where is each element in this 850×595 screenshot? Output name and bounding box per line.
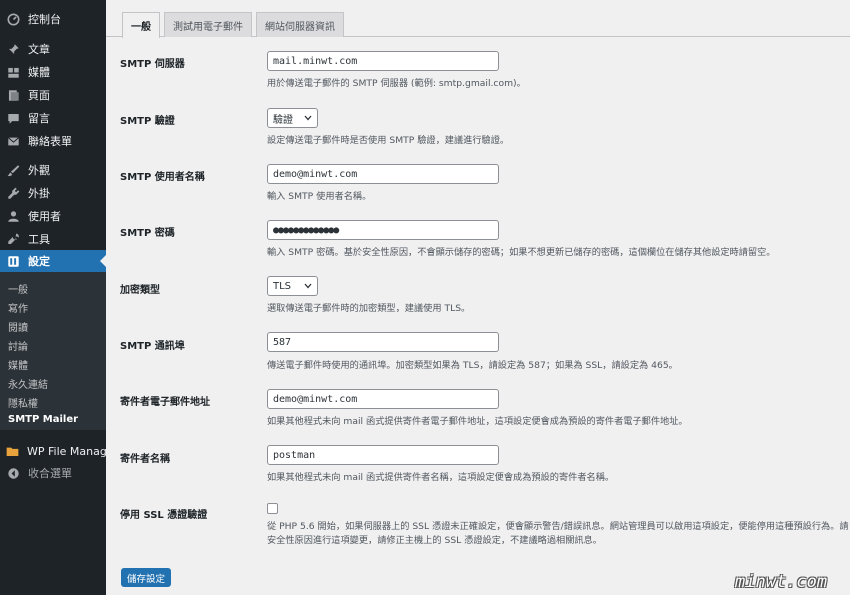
sidebar-item-label: WP File Manager [27,444,119,458]
wrench-icon [6,232,20,246]
sidebar-item-label: 收合選單 [28,467,72,480]
from-email-description: 如果其他程式未向 mail 函式提供寄件者電子郵件地址，這項設定便會成為預設的寄… [267,416,688,427]
encryption-type-label: 加密類型 [120,285,160,296]
tab-bar: 一般 測試用電子郵件 網站伺服器資訊 [122,12,348,38]
sidebar-item-dashboard[interactable]: 控制台 [0,8,106,30]
collapse-menu-button[interactable]: 收合選單 [0,462,106,484]
sidebar-item-wp-file-manager[interactable]: WP File Manager [0,440,118,462]
smtp-auth-description: 設定傳送電子郵件時是否使用 SMTP 驗證，建議進行驗證。 [267,135,510,146]
sidebar-item-comments[interactable]: 留言 [0,107,106,129]
submenu-item-media[interactable]: 媒體 [8,357,28,372]
sidebar-item-label: 聯絡表單 [28,135,72,148]
smtp-auth-label: SMTP 驗證 [120,116,175,127]
chevron-down-icon [304,115,312,121]
smtp-auth-value: 驗證 [273,114,293,126]
smtp-password-label: SMTP 密碼 [120,228,175,239]
from-email-label: 寄件者電子郵件地址 [120,397,210,408]
folder-icon [6,444,19,458]
sidebar-item-contact-form[interactable]: 聯絡表單 [0,130,106,152]
smtp-host-input[interactable] [267,51,499,71]
submenu-item-smtp-mailer[interactable]: SMTP Mailer [8,414,78,425]
sidebar-item-label: 媒體 [28,66,50,79]
save-settings-button[interactable]: 儲存設定 [121,568,171,587]
from-name-label: 寄件者名稱 [120,454,170,465]
user-icon [6,209,20,223]
brush-icon [6,163,20,177]
smtp-host-label: SMTP 伺服器 [120,59,185,70]
from-name-input[interactable] [267,445,499,465]
smtp-password-input[interactable] [267,220,499,240]
submenu-item-permalinks[interactable]: 永久連結 [8,376,48,391]
disable-ssl-description: 從 PHP 5.6 開始，如果伺服器上的 SSL 憑證未正確設定，便會顯示警告/… [267,521,849,532]
disable-ssl-checkbox[interactable] [267,503,278,514]
sidebar-item-tools[interactable]: 工具 [0,228,106,250]
sidebar-item-settings[interactable]: 設定 [0,250,106,272]
submenu-item-writing[interactable]: 寫作 [8,300,28,315]
tab-test-email[interactable]: 測試用電子郵件 [164,12,252,37]
tab-general[interactable]: 一般 [122,12,160,38]
mail-icon [6,134,20,148]
submenu-item-discussion[interactable]: 討論 [8,338,28,353]
encryption-type-description: 選取傳送電子郵件時的加密類型，建議使用 TLS。 [267,303,471,314]
settings-icon [6,254,20,268]
sidebar-item-label: 外掛 [28,187,50,200]
sidebar-item-label: 工具 [28,233,50,246]
tab-server-info[interactable]: 網站伺服器資訊 [256,12,344,37]
smtp-username-label: SMTP 使用者名稱 [120,172,205,183]
page-icon [6,88,20,102]
plugin-icon [6,186,20,200]
sidebar-item-label: 頁面 [28,89,50,102]
smtp-port-description: 傳送電子郵件時使用的通訊埠。加密類型如果為 TLS，請設定為 587；如果為 S… [267,360,678,371]
sidebar-item-label: 控制台 [28,13,61,26]
disable-ssl-description-continued: 安全性原因進行這項變更，請修正主機上的 SSL 憑證設定，不建議略過相關訊息。 [267,535,602,546]
comment-icon [6,111,20,125]
sidebar-item-media[interactable]: 媒體 [0,61,106,83]
smtp-port-label: SMTP 通訊埠 [120,341,185,352]
submenu-item-privacy[interactable]: 隱私權 [8,395,38,410]
settings-main: 一般 測試用電子郵件 網站伺服器資訊 SMTP 伺服器 用於傳送電子郵件的 SM… [106,0,850,595]
pin-icon [6,42,20,56]
settings-submenu: 一般 寫作 閱讀 討論 媒體 永久連結 隱私權 SMTP Mailer [0,272,106,430]
admin-sidebar: 控制台 文章 媒體 頁面 留言 聯絡表單 外觀 外掛 使用者 工具 設定 一般 … [0,0,118,595]
smtp-password-description: 輸入 SMTP 密碼。基於安全性原因，不會顯示儲存的密碼；如果不想更新已儲存的密… [267,247,776,258]
from-name-description: 如果其他程式未向 mail 函式提供寄件者名稱，這項設定便會成為預設的寄件者名稱… [267,472,615,483]
watermark-text: minwt.com [735,572,828,592]
smtp-host-description: 用於傳送電子郵件的 SMTP 伺服器 (範例: smtp.gmail.com)。 [267,78,526,89]
smtp-port-input[interactable] [267,332,499,352]
chevron-down-icon [304,283,312,289]
sidebar-item-label: 文章 [28,43,50,56]
encryption-type-select[interactable]: TLS [267,276,318,296]
smtp-auth-select[interactable]: 驗證 [267,108,318,128]
submenu-item-general[interactable]: 一般 [8,281,28,296]
sidebar-item-appearance[interactable]: 外觀 [0,159,106,181]
smtp-username-description: 輸入 SMTP 使用者名稱。 [267,191,372,202]
sidebar-item-label: 設定 [28,255,50,268]
submenu-item-reading[interactable]: 閱讀 [8,319,28,334]
smtp-username-input[interactable] [267,164,499,184]
from-email-input[interactable] [267,389,499,409]
sidebar-item-label: 外觀 [28,164,50,177]
collapse-icon [6,466,20,480]
sidebar-item-users[interactable]: 使用者 [0,205,106,227]
encryption-type-value: TLS [273,280,292,292]
sidebar-item-plugins[interactable]: 外掛 [0,182,106,204]
sidebar-item-pages[interactable]: 頁面 [0,84,106,106]
disable-ssl-label: 停用 SSL 憑證驗證 [120,510,208,521]
media-icon [6,65,20,79]
sidebar-item-posts[interactable]: 文章 [0,38,106,60]
sidebar-item-label: 留言 [28,112,50,125]
dashboard-icon [6,12,20,26]
sidebar-item-label: 使用者 [28,210,61,223]
